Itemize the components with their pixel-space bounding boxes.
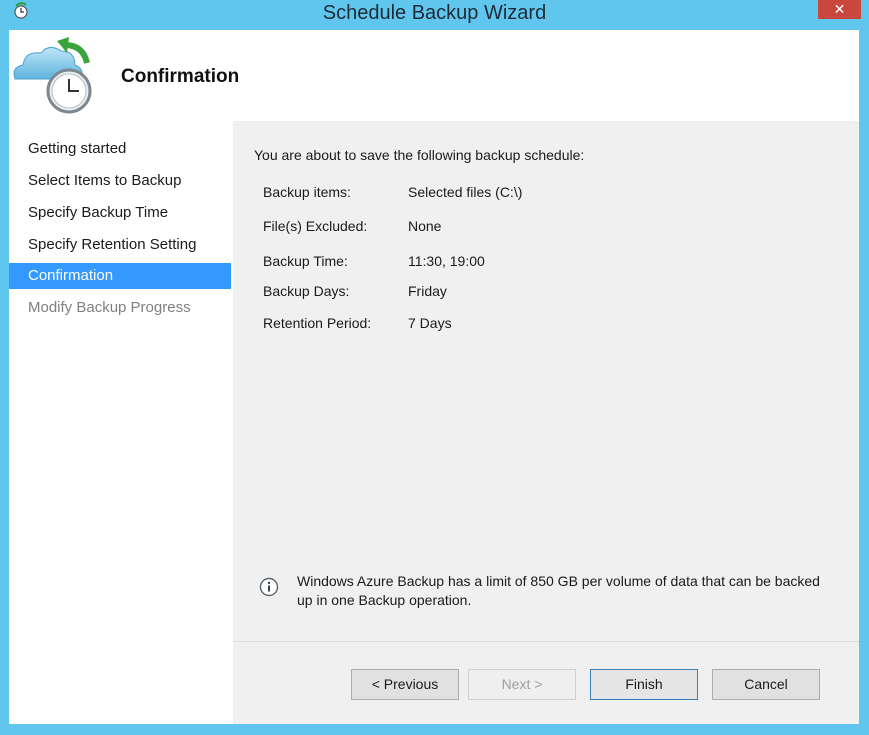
- wizard-header: Confirmation: [9, 30, 859, 121]
- size-limit-note: Windows Azure Backup has a limit of 850 …: [297, 573, 820, 608]
- files-excluded-value: None: [408, 218, 442, 234]
- close-button[interactable]: ✕: [818, 0, 861, 19]
- backup-days-label: Backup Days:: [263, 283, 350, 299]
- next-button: Next >: [468, 669, 576, 700]
- backup-days-value: Friday: [408, 283, 447, 299]
- confirmation-panel: You are about to save the following back…: [233, 121, 859, 724]
- wizard-window: Schedule Backup Wizard ✕ Confirmation Ge…: [0, 0, 869, 735]
- files-excluded-label: File(s) Excluded:: [263, 218, 368, 234]
- nav-item-getting-started[interactable]: Getting started: [9, 136, 231, 162]
- backup-time-value: 11:30, 19:00: [408, 253, 485, 269]
- nav-item-select-items[interactable]: Select Items to Backup: [9, 168, 231, 194]
- window-title: Schedule Backup Wizard: [322, 2, 547, 24]
- retention-period-label: Retention Period:: [263, 315, 372, 331]
- nav-item-retention[interactable]: Specify Retention Setting: [9, 232, 231, 258]
- page-title: Confirmation: [121, 66, 240, 87]
- backup-items-label: Backup items:: [263, 184, 351, 200]
- nav-item-confirmation[interactable]: Confirmation: [9, 263, 231, 289]
- footer-separator: [233, 641, 859, 642]
- wizard-client: Confirmation Getting started Select Item…: [9, 30, 859, 724]
- backup-time-label: Backup Time:: [263, 253, 348, 269]
- intro-text: You are about to save the following back…: [254, 147, 585, 163]
- wizard-steps-nav: Getting started Select Items to Backup S…: [9, 121, 231, 724]
- backup-items-value: Selected files (C:\): [408, 184, 523, 200]
- cloud-clock-icon: [13, 37, 92, 114]
- title-bar[interactable]: Schedule Backup Wizard ✕: [0, 0, 869, 29]
- finish-button[interactable]: Finish: [590, 669, 698, 700]
- nav-item-backup-time[interactable]: Specify Backup Time: [9, 200, 231, 226]
- nav-item-modify-progress: Modify Backup Progress: [28, 299, 191, 316]
- cancel-button[interactable]: Cancel: [712, 669, 820, 700]
- previous-button[interactable]: < Previous: [351, 669, 459, 700]
- retention-period-value: 7 Days: [408, 315, 452, 331]
- info-icon: [259, 577, 279, 597]
